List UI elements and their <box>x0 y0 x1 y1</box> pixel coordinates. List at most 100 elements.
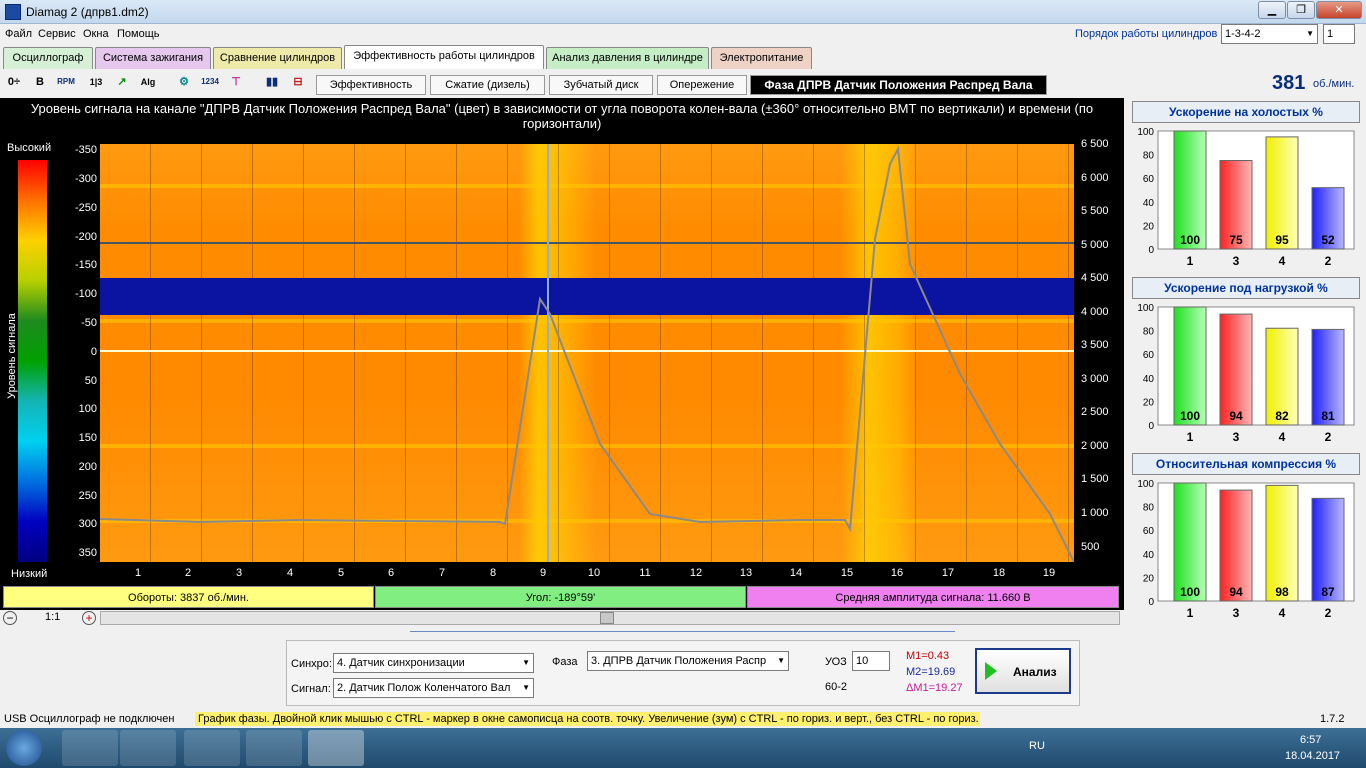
cylinders-icon[interactable]: 1|3 <box>86 72 106 92</box>
subtab-efficiency[interactable]: Эффективность <box>316 75 426 95</box>
y-tick-right: 4 500 <box>1081 272 1109 284</box>
subtab-compression-diesel[interactable]: Сжатие (дизель) <box>430 75 545 95</box>
app-icon <box>5 4 21 20</box>
tab-ignition[interactable]: Система зажигания <box>95 47 211 69</box>
play-icon <box>985 662 997 680</box>
viber-icon[interactable] <box>246 730 302 766</box>
tab-cylinder-compare[interactable]: Сравнение цилиндров <box>213 47 342 69</box>
numbers-icon[interactable]: 1234 <box>200 72 220 92</box>
tab-pressure-analysis[interactable]: Анализ давления в цилиндре <box>546 47 709 69</box>
cylinder-number-label: 2 <box>1325 254 1332 268</box>
y-tick-right: 2 500 <box>1081 406 1109 418</box>
x-tick: 11 <box>639 567 651 579</box>
bar-axis-tick: 100 <box>1137 303 1154 314</box>
phase-select[interactable]: 3. ДПРВ Датчик Положения Распр <box>587 651 789 671</box>
bar-value-label: 94 <box>1229 585 1243 599</box>
settings-icon[interactable]: ⚙ <box>174 72 194 92</box>
cylinder-number-label: 1 <box>1187 430 1194 444</box>
splitter[interactable] <box>410 631 955 637</box>
bold-icon[interactable]: B <box>30 72 50 92</box>
signal-select[interactable]: 2. Датчик Полож Коленчатого Вал <box>333 678 534 698</box>
cylinder-number-label: 4 <box>1279 254 1286 268</box>
bar-axis-tick: 0 <box>1148 245 1154 256</box>
bar-value-label: 100 <box>1180 233 1200 247</box>
rpm-icon[interactable]: RPM <box>56 72 76 92</box>
scale-high-label: Высокий <box>7 142 52 154</box>
x-tick: 14 <box>789 567 803 579</box>
subtab-toothed-disk[interactable]: Зубчатый диск <box>549 75 653 95</box>
table-icon[interactable]: ⊟ <box>288 72 308 92</box>
bar-axis-tick: 40 <box>1143 374 1155 385</box>
graph-icon[interactable]: ↗ <box>112 72 132 92</box>
bar-axis-tick: 100 <box>1137 479 1154 490</box>
language-indicator[interactable]: RU <box>1029 740 1045 752</box>
color-scale-bar <box>18 160 47 562</box>
x-tick: 3 <box>235 567 243 579</box>
tab-cylinder-efficiency[interactable]: Эффективность работы цилиндров <box>344 45 544 69</box>
bars-icon[interactable]: ▮▮ <box>262 72 282 92</box>
subtab-advance[interactable]: Опережение <box>657 75 747 95</box>
subtab-camshaft-phase[interactable]: Фаза ДПРВ Датчик Положения Распред Вала <box>750 75 1047 95</box>
cylinder-order-select[interactable]: 1-3-4-2 <box>1221 24 1318 44</box>
zoom-in-button[interactable]: + <box>82 611 96 625</box>
scroll-thumb[interactable] <box>600 612 614 624</box>
y-tick-right: 500 <box>1081 541 1100 553</box>
rpm-trace <box>100 145 1074 562</box>
media-player-icon[interactable] <box>120 730 176 766</box>
offset-icon[interactable]: 0÷ <box>4 72 24 92</box>
analyze-label: Анализ <box>1013 665 1057 679</box>
compression-title: Относительная компрессия % <box>1132 453 1360 475</box>
zoom-out-button[interactable]: − <box>3 611 17 625</box>
y-tick-left: -150 <box>74 259 97 271</box>
x-tick: 12 <box>689 567 703 579</box>
zoom-level: 1:1 <box>45 611 61 623</box>
phase-label: Фаза <box>552 656 578 668</box>
clock-date[interactable]: 18.04.2017 <box>1285 750 1340 762</box>
filter-icon[interactable]: ⊤ <box>226 72 246 92</box>
teeth-label: 60-2 <box>825 681 848 693</box>
bar-value-label: 52 <box>1321 233 1335 247</box>
y-tick-right: 1 000 <box>1081 507 1109 519</box>
bar-axis-tick: 40 <box>1143 550 1155 561</box>
menu-windows[interactable]: Окна <box>83 28 109 40</box>
uoz-spinner[interactable]: 10 <box>852 651 890 671</box>
cylinder-number-spinner[interactable]: 1 <box>1323 24 1355 44</box>
minimize-button[interactable]: ▁ <box>1258 1 1286 19</box>
menu-help[interactable]: Помощь <box>117 28 160 40</box>
bar-value-label: 95 <box>1275 233 1289 247</box>
x-tick: 4 <box>286 567 294 579</box>
rpm-value: 381 <box>1272 72 1306 94</box>
diamag-taskbar-icon[interactable] <box>308 730 364 766</box>
sync-select[interactable]: 4. Датчик синхронизации <box>333 653 534 673</box>
analyze-button[interactable]: Анализ <box>975 648 1071 694</box>
y-tick-left: 200 <box>78 461 97 473</box>
status-angle: Угол: -189°59' <box>375 586 746 608</box>
y-tick-right: 5 000 <box>1081 239 1109 251</box>
phase-heatmap[interactable] <box>100 144 1074 562</box>
cylinder-bar <box>1173 130 1207 250</box>
y-tick-right: 1 500 <box>1081 473 1109 485</box>
y-tick-right: 6 500 <box>1081 138 1109 150</box>
chrome-icon[interactable] <box>184 730 240 766</box>
cylinder-bar <box>1173 482 1207 602</box>
bar-value-label: 98 <box>1275 585 1289 599</box>
hint-bar: График фазы. Двойной клик мышью с CTRL -… <box>195 712 980 726</box>
title-bar <box>0 0 1366 24</box>
bar-axis-tick: 0 <box>1148 597 1154 608</box>
y-tick-left: 250 <box>78 490 97 502</box>
start-button[interactable] <box>6 730 42 766</box>
algorithm-icon[interactable]: Alg <box>138 72 158 92</box>
tab-power[interactable]: Электропитание <box>711 47 812 69</box>
maximize-button[interactable]: ❐ <box>1287 1 1315 19</box>
explorer-icon[interactable] <box>62 730 118 766</box>
y-tick-left: 150 <box>78 432 97 444</box>
menu-service[interactable]: Сервис <box>38 28 76 40</box>
load-accel-title: Ускорение под нагрузкой % <box>1132 277 1360 299</box>
status-rpm: Обороты: 3837 об./мин. <box>3 586 374 608</box>
y-tick-left: -300 <box>74 173 97 185</box>
tab-oscilloscope[interactable]: Осциллограф <box>3 47 93 69</box>
clock-time[interactable]: 6:57 <box>1300 734 1321 746</box>
close-button[interactable]: ✕ <box>1316 1 1362 19</box>
x-tick: 7 <box>438 567 446 579</box>
menu-file[interactable]: Файл <box>5 28 32 40</box>
